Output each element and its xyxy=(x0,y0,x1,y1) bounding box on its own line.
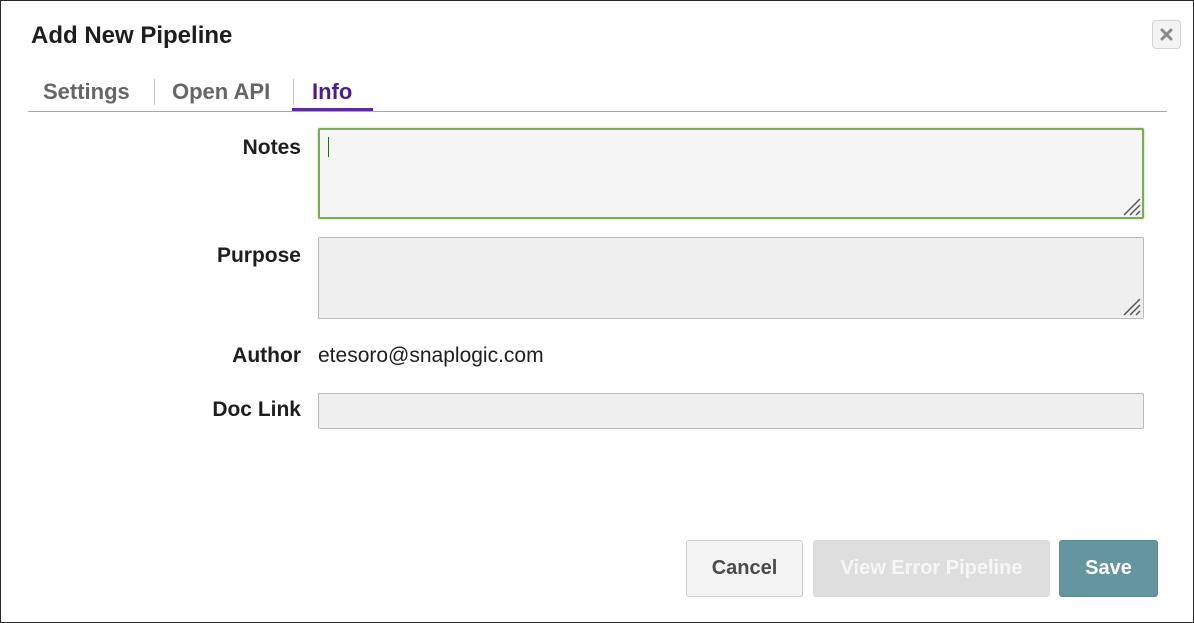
tab-settings[interactable]: Settings xyxy=(43,77,130,107)
add-pipeline-dialog: Add New Pipeline Settings Open API Info … xyxy=(0,0,1194,623)
save-button[interactable]: Save xyxy=(1059,540,1158,597)
cancel-button[interactable]: Cancel xyxy=(686,540,803,597)
text-cursor xyxy=(328,137,329,157)
notes-label: Notes xyxy=(242,136,301,159)
tab-divider xyxy=(154,79,155,105)
view-error-pipeline-button[interactable]: View Error Pipeline xyxy=(813,540,1050,597)
notes-textarea[interactable] xyxy=(318,128,1144,219)
tab-open-api[interactable]: Open API xyxy=(172,77,270,107)
author-label: Author xyxy=(232,344,301,367)
active-tab-indicator xyxy=(292,108,373,111)
purpose-label: Purpose xyxy=(216,244,301,267)
tab-bar: Settings Open API Info xyxy=(28,73,1167,112)
close-button[interactable] xyxy=(1152,20,1181,49)
purpose-textarea[interactable] xyxy=(318,237,1144,319)
author-value: etesoro@snaplogic.com xyxy=(318,344,544,367)
tab-divider xyxy=(293,79,294,105)
doc-link-input[interactable] xyxy=(318,393,1144,429)
dialog-title: Add New Pipeline xyxy=(31,22,233,49)
close-x-icon xyxy=(1160,28,1173,41)
tab-info[interactable]: Info xyxy=(312,77,352,107)
doc-link-label: Doc Link xyxy=(212,398,301,421)
